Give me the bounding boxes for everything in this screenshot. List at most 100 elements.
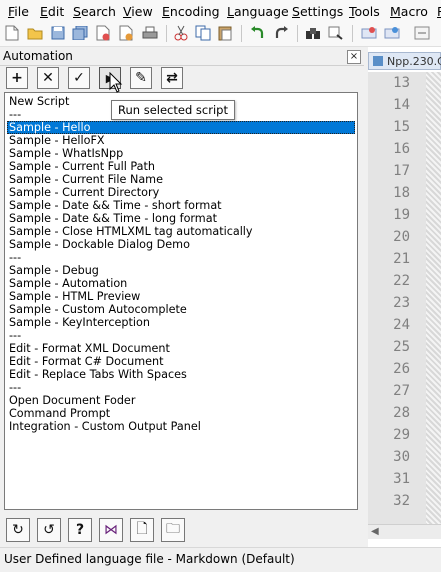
list-item[interactable]: Sample - Dockable Dialog Demo: [7, 238, 355, 251]
redo-icon[interactable]: [272, 24, 290, 42]
script-list[interactable]: New Script --- Sample - Hello Sample - H…: [4, 92, 358, 510]
list-item[interactable]: Sample - Current Directory: [7, 186, 355, 199]
list-item[interactable]: Command Prompt: [7, 407, 355, 420]
list-item[interactable]: Sample - WhatIsNpp: [7, 147, 355, 160]
line-number: 23: [393, 295, 410, 311]
menu-macro[interactable]: Macro: [390, 4, 428, 19]
pencil-icon: ✎: [135, 70, 147, 86]
open-file-icon[interactable]: [26, 24, 44, 42]
help-button[interactable]: ?: [68, 518, 92, 542]
horizontal-scrollbar[interactable]: ◀: [368, 524, 441, 539]
list-item[interactable]: Sample - Close HTMLXML tag automatically: [7, 225, 355, 238]
list-item[interactable]: Sample - KeyInterception: [7, 316, 355, 329]
line-number: 14: [393, 97, 410, 113]
line-number: 25: [393, 339, 410, 355]
status-bar: User Defined language file - Markdown (D…: [0, 547, 441, 572]
sync-icon[interactable]: [413, 24, 431, 42]
main-toolbar: [0, 21, 441, 47]
list-separator[interactable]: ---: [7, 251, 355, 264]
list-item[interactable]: Edit - Format XML Document: [7, 342, 355, 355]
reload-button[interactable]: ↻: [6, 518, 30, 542]
add-icon: +: [11, 70, 23, 86]
list-item[interactable]: Sample - HelloFX: [7, 134, 355, 147]
cut-icon[interactable]: [172, 24, 190, 42]
line-number: 31: [393, 471, 410, 487]
list-item[interactable]: Sample - Custom Autocomplete: [7, 303, 355, 316]
menu-encoding[interactable]: Encoding: [162, 4, 220, 19]
list-item[interactable]: Edit - Replace Tabs With Spaces: [7, 368, 355, 381]
list-item[interactable]: Sample - Current File Name: [7, 173, 355, 186]
line-number: 15: [393, 119, 410, 135]
restore-button[interactable]: ↺: [37, 518, 61, 542]
menu-tools[interactable]: Tools: [349, 4, 380, 19]
find-icon[interactable]: [304, 24, 322, 42]
line-number: 18: [393, 185, 410, 201]
status-text: User Defined language file - Markdown (D…: [4, 552, 295, 566]
save-icon[interactable]: [49, 24, 67, 42]
list-item[interactable]: Sample - Current Full Path: [7, 160, 355, 173]
list-separator[interactable]: ---: [7, 329, 355, 342]
save-all-icon[interactable]: [71, 24, 89, 42]
line-number: 32: [393, 493, 410, 509]
checkmark-icon: ✓: [73, 70, 85, 86]
new-file-icon[interactable]: [3, 24, 21, 42]
run-tooltip: Run selected script: [111, 100, 235, 120]
panel-close-button[interactable]: ×: [347, 50, 361, 64]
menu-run[interactable]: R: [437, 4, 441, 19]
line-number: 28: [393, 405, 410, 421]
line-number: 22: [393, 273, 410, 289]
zoom-in-icon[interactable]: [360, 24, 378, 42]
menu-view[interactable]: View: [123, 4, 153, 19]
list-item-selected[interactable]: Sample - Hello: [7, 121, 355, 134]
list-item[interactable]: Integration - Custom Output Panel: [7, 420, 355, 433]
menu-search[interactable]: Search: [73, 4, 116, 19]
add-script-button[interactable]: +: [6, 67, 28, 89]
line-number: 24: [393, 317, 410, 333]
tab-npp230[interactable]: Npp.230.C: [368, 52, 441, 70]
paste-icon[interactable]: [216, 24, 234, 42]
copy-icon[interactable]: [194, 24, 212, 42]
menu-language[interactable]: Language: [227, 4, 289, 19]
close-all-icon[interactable]: [117, 24, 135, 42]
reload-scripts-button[interactable]: ⇄: [161, 67, 183, 89]
edit-script-button[interactable]: ✎: [130, 67, 152, 89]
undo-icon: ↺: [43, 522, 55, 538]
scroll-left-icon[interactable]: ◀: [371, 526, 379, 537]
replace-icon[interactable]: [327, 24, 345, 42]
list-item[interactable]: Sample - HTML Preview: [7, 290, 355, 303]
mouse-cursor-icon: [109, 72, 123, 93]
open-folder-button[interactable]: 🗀: [161, 518, 185, 542]
list-item[interactable]: Sample - Automation: [7, 277, 355, 290]
open-document-button[interactable]: 🗋: [130, 518, 154, 542]
document-icon: 🗋: [136, 521, 148, 537]
line-number: 29: [393, 427, 410, 443]
visual-studio-button[interactable]: ⋈: [99, 518, 123, 542]
line-number: 19: [393, 207, 410, 223]
line-number: 16: [393, 141, 410, 157]
line-number: 26: [393, 361, 410, 377]
line-number: 21: [393, 251, 410, 267]
refresh-icon: ⇄: [166, 70, 178, 86]
list-item[interactable]: Edit - Format C# Document: [7, 355, 355, 368]
delete-script-button[interactable]: ✕: [37, 67, 59, 89]
list-item[interactable]: Sample - Date && Time - long format: [7, 212, 355, 225]
apply-button[interactable]: ✓: [68, 67, 90, 89]
line-number: 30: [393, 449, 410, 465]
fold-margin: [426, 72, 441, 537]
list-item[interactable]: Sample - Debug: [7, 264, 355, 277]
line-number: 20: [393, 229, 410, 245]
menu-edit[interactable]: Edit: [40, 4, 64, 19]
close-file-icon[interactable]: [94, 24, 112, 42]
list-separator[interactable]: ---: [7, 381, 355, 394]
menu-settings[interactable]: Settings: [292, 4, 343, 19]
zoom-out-icon[interactable]: [383, 24, 401, 42]
undo-icon[interactable]: [249, 24, 267, 42]
print-icon[interactable]: [141, 24, 159, 42]
list-item[interactable]: Sample - Date && Time - short format: [7, 199, 355, 212]
help-icon: ?: [75, 522, 85, 538]
line-number: 27: [393, 383, 410, 399]
menu-file[interactable]: File: [8, 4, 29, 19]
list-item[interactable]: Open Document Foder: [7, 394, 355, 407]
menu-bar: File Edit Search View Encoding Language …: [0, 0, 441, 21]
delete-icon: ✕: [42, 70, 54, 86]
